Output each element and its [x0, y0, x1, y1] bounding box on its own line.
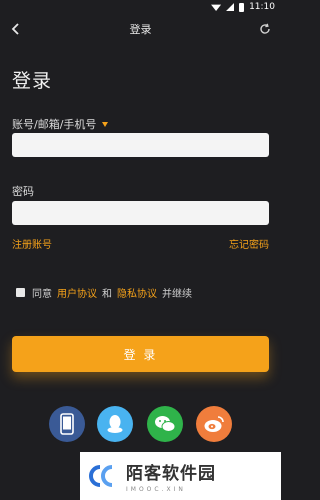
status-bar: 11:10 [0, 0, 281, 14]
nav-bar: 登录 [0, 14, 281, 44]
phone-login-button[interactable] [49, 406, 85, 442]
weibo-login-button[interactable] [196, 406, 232, 442]
password-label: 密码 [12, 183, 34, 199]
account-input[interactable] [12, 133, 269, 157]
refresh-icon [260, 23, 270, 34]
nav-title: 登录 [129, 23, 152, 36]
refresh-button[interactable] [257, 21, 273, 37]
password-label-text: 密码 [12, 185, 34, 198]
battery-icon [239, 2, 245, 12]
caret-down-icon[interactable] [102, 121, 109, 127]
qq-icon [107, 415, 123, 433]
watermark-logo-icon [86, 464, 118, 488]
register-link[interactable]: 注册账号 [12, 236, 52, 251]
qq-login-button[interactable] [97, 406, 133, 442]
agreement-and: 和 [102, 289, 112, 300]
agreement-checkbox[interactable] [16, 288, 25, 297]
signal-icon [226, 3, 235, 11]
weibo-icon [204, 416, 224, 432]
phone-icon [60, 413, 74, 435]
page-title: 登录 [12, 70, 53, 92]
login-button[interactable]: 登 录 [12, 336, 269, 372]
account-label[interactable]: 账号/邮箱/手机号 [12, 116, 109, 132]
watermark-name: 陌客软件园 [126, 464, 216, 484]
watermark-domain: IMOOC.XIN [126, 486, 186, 493]
wifi-icon [211, 4, 222, 11]
wechat-icon [155, 416, 176, 432]
watermark: 陌客软件园 IMOOC.XIN [80, 452, 281, 500]
back-button[interactable] [8, 21, 24, 37]
forgot-password-link[interactable]: 忘记密码 [229, 236, 269, 251]
password-input[interactable] [12, 201, 269, 225]
agreement-row: 同意 用户协议 和 隐私协议 并继续 [16, 285, 193, 300]
wechat-login-button[interactable] [147, 406, 183, 442]
status-time: 11:10 [249, 2, 275, 12]
agreement-suffix: 并继续 [162, 289, 192, 300]
agreement-prefix: 同意 [32, 289, 52, 300]
chevron-left-icon [11, 23, 19, 35]
privacy-policy-link[interactable]: 隐私协议 [117, 285, 157, 300]
user-agreement-link[interactable]: 用户协议 [57, 285, 97, 300]
account-label-text: 账号/邮箱/手机号 [12, 118, 97, 131]
